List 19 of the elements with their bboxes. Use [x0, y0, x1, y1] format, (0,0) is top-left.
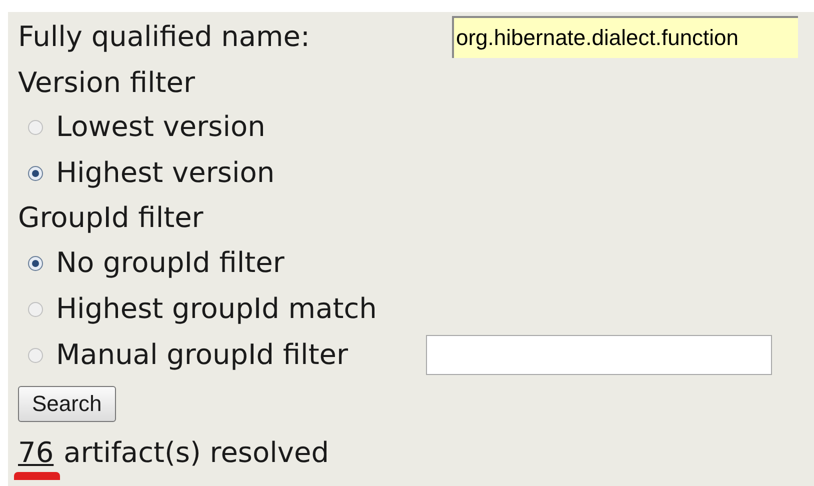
name-input[interactable]: org.hibernate.dialect.function	[452, 16, 798, 58]
groupid-input[interactable]	[426, 335, 772, 375]
radio-button[interactable]	[28, 120, 43, 134]
option-label: No groupId filter	[56, 249, 286, 277]
field-label: Fully qualified name:	[18, 23, 311, 51]
option-label: Manual groupId filter	[56, 341, 350, 369]
result-text: artifact(s) resolved	[64, 439, 329, 467]
section-title: Version filter	[18, 69, 195, 97]
section-title: GroupId filter	[18, 204, 204, 232]
radio-button[interactable]	[28, 348, 43, 362]
radio-button[interactable]	[28, 166, 43, 180]
search-button[interactable]: Search	[18, 386, 116, 422]
radio-button[interactable]	[28, 256, 43, 270]
highlight-mark	[14, 472, 60, 480]
option-label: Highest version	[56, 159, 276, 187]
radio-button[interactable]	[28, 302, 43, 316]
option-label: Lowest version	[56, 113, 266, 141]
count-link[interactable]: 76	[18, 439, 54, 467]
option-label: Highest groupId match	[56, 295, 378, 323]
